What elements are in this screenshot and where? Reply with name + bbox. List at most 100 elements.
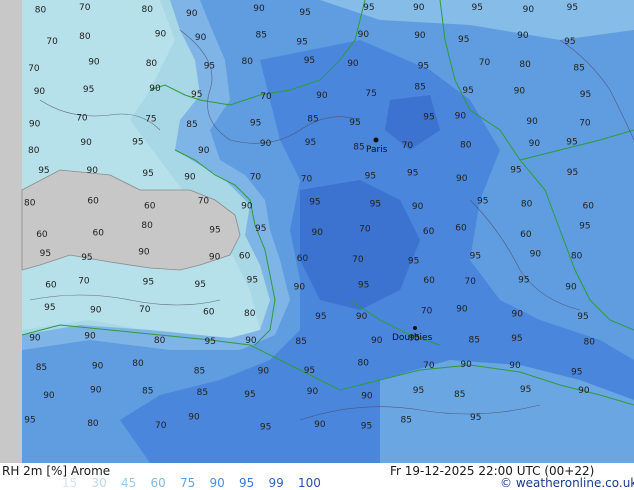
contour-label: 90 [456, 305, 468, 315]
contour-label: 90 [92, 361, 104, 371]
humidity-map: 80 70 80 90 90 95 95 90 95 90 95 70 80 90 90 85 95 90 90 95… [0, 0, 634, 463]
site-credit[interactable]: © weatheronline.co.uk [500, 476, 634, 490]
contour-label: 95 [564, 37, 575, 47]
contour-label: 85 [307, 115, 318, 125]
contour-label: 90 [84, 332, 96, 342]
contour-label: 70 [250, 172, 262, 182]
contour-label: 95 [413, 386, 424, 396]
contour-label: 60 [36, 230, 48, 240]
contour-label: 95 [510, 166, 521, 176]
contour-label: 60 [520, 230, 532, 240]
contour-label: 90 [455, 112, 467, 122]
contour-label: 95 [309, 198, 320, 208]
contour-label: 95 [418, 62, 429, 72]
contour-label: 95 [567, 3, 578, 13]
contour-label: 90 [414, 31, 426, 41]
contour-label: 70 [465, 277, 477, 287]
contour-label: 95 [83, 85, 94, 95]
contour-label: 95 [520, 385, 531, 395]
contour-label: 90 [526, 117, 538, 127]
contour-label: 60 [297, 254, 309, 264]
contour-label: 90 [371, 336, 383, 346]
legend-value: 45 [121, 476, 137, 490]
contour-label: 95 [304, 56, 315, 66]
city-label: Paris [366, 145, 388, 155]
contour-label: 95 [244, 390, 255, 400]
contour-label: 60 [203, 307, 215, 317]
contour-label: 90 [512, 310, 524, 320]
contour-label: 95 [361, 422, 372, 432]
legend-value: 30 [91, 476, 107, 490]
contour-label: 60 [45, 281, 57, 291]
contour-label: 95 [255, 224, 266, 234]
contour-label: 80 [24, 199, 36, 209]
contour-label: 60 [93, 228, 105, 238]
contour-label: 95 [250, 119, 261, 129]
contour-label: 80 [521, 200, 533, 210]
contour-label: 90 [29, 120, 41, 130]
contour-label: 90 [529, 139, 541, 149]
contour-label: 95 [365, 171, 376, 181]
contour-label: 95 [349, 118, 360, 128]
contour-label: 95 [358, 281, 369, 291]
contour-label: 85 [573, 63, 584, 73]
contour-label: 60 [455, 224, 467, 234]
contour-label: 90 [314, 420, 326, 430]
city-label: Dourbies [392, 333, 433, 343]
legend-value: 90 [209, 476, 225, 490]
contour-label: 95 [470, 413, 481, 423]
contour-label: 80 [460, 141, 472, 151]
contour-label: 95 [299, 8, 310, 18]
contour-label: 95 [407, 169, 418, 179]
contour-label: 95 [195, 280, 206, 290]
contour-label: 80 [35, 6, 47, 16]
contour-label: 95 [44, 303, 55, 313]
contour-label: 90 [456, 174, 468, 184]
contour-label: 90 [413, 3, 425, 13]
contour-label: 90 [356, 312, 368, 322]
contour-label: 95 [567, 168, 578, 178]
contour-label: 95 [209, 226, 220, 236]
contour-label: 90 [530, 249, 542, 259]
contour-label: 80 [146, 59, 158, 69]
contour-label: 90 [186, 9, 198, 19]
contour-label: 70 [198, 197, 210, 207]
contour-label: 60 [87, 196, 99, 206]
contour-label: 95 [24, 416, 35, 426]
contour-label: 80 [584, 337, 596, 347]
contour-label: 90 [245, 336, 257, 346]
contour-label: 70 [479, 58, 491, 68]
contour-label: 90 [29, 334, 41, 344]
contour-label: 90 [347, 59, 359, 69]
contour-label: 90 [209, 253, 221, 263]
contour-label: 80 [358, 358, 370, 368]
contour-label: 95 [470, 252, 481, 262]
contour-label: 95 [477, 197, 488, 207]
contour-label: 95 [579, 222, 590, 232]
contour-label: 80 [571, 252, 583, 262]
contour-label: 95 [363, 3, 374, 13]
legend-value: 99 [268, 476, 284, 490]
legend-value: 60 [150, 476, 166, 490]
contour-label: 95 [571, 367, 582, 377]
contour-label: 80 [519, 60, 531, 70]
contour-label: 70 [139, 305, 151, 315]
contour-label: 80 [132, 359, 144, 369]
contour-label: 95 [462, 86, 473, 96]
contour-label: 90 [188, 413, 200, 423]
contour-label: 70 [421, 307, 433, 317]
contour-label: 70 [423, 361, 435, 371]
contour-label: 95 [38, 166, 49, 176]
contour-label: 90 [87, 166, 99, 176]
contour-label: 90 [412, 202, 424, 212]
contour-label: 70 [46, 37, 58, 47]
contour-label: 60 [583, 202, 595, 212]
legend-value: 15 [62, 476, 78, 490]
contour-label: 85 [194, 367, 205, 377]
contour-label: 90 [34, 87, 46, 97]
contour-label: 60 [423, 227, 435, 237]
contour-label: 90 [138, 248, 150, 258]
contour-label: 90 [155, 29, 167, 39]
contour-label: 95 [296, 37, 307, 47]
contour-label: 60 [423, 276, 435, 286]
